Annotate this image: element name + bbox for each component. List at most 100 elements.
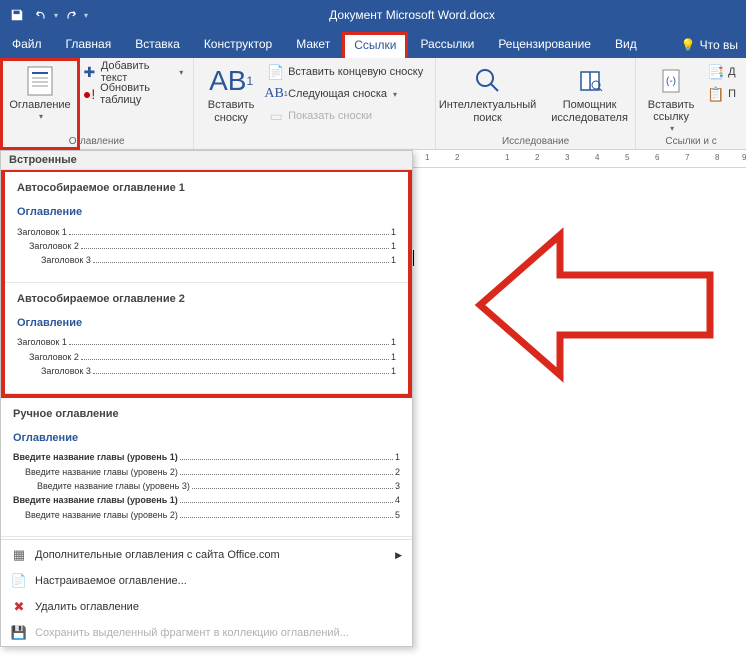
extra1-label: Д [728, 66, 735, 78]
annotation-arrow [450, 225, 730, 385]
tab-insert[interactable]: Вставка [123, 31, 192, 58]
toc-line: Заголовок 31 [17, 253, 396, 267]
svg-text:(-): (-) [666, 76, 676, 87]
next-footnote-button[interactable]: AB1 Следующая сноска ▾ [264, 83, 427, 105]
toc-line: Введите название главы (уровень 1)1 [13, 450, 400, 464]
update-table-label: Обновить таблицу [100, 82, 183, 106]
qat-customize-icon[interactable]: ▾ [84, 11, 88, 20]
toc-line: Заголовок 21 [17, 350, 396, 364]
next-footnote-icon: AB1 [268, 86, 284, 102]
custom-toc[interactable]: 📄 Настраиваемое оглавление... [1, 568, 412, 594]
more-office-label: Дополнительные оглавления с сайта Office… [35, 549, 280, 561]
toc-auto-2[interactable]: Автособираемое оглавление 2 Оглавление З… [5, 283, 408, 394]
toc-line: Введите название главы (уровень 2)2 [13, 465, 400, 479]
toc-line: Введите название главы (уровень 1)4 [13, 493, 400, 507]
remove-icon: ✖ [11, 599, 27, 615]
toc-line: Введите название главы (уровень 3)3 [13, 479, 400, 493]
ruler-num: 2 [535, 153, 539, 162]
insert-footnote-label: Вставить сноску [202, 99, 260, 124]
tab-home[interactable]: Главная [54, 31, 124, 58]
save-selection-label: Сохранить выделенный фрагмент в коллекци… [35, 627, 349, 639]
preview-heading: Оглавление [17, 315, 396, 333]
tab-references[interactable]: Ссылки [342, 32, 408, 59]
show-footnotes-label: Показать сноски [288, 110, 372, 122]
more-from-office[interactable]: ▦ Дополнительные оглавления с сайта Offi… [1, 542, 412, 568]
book-icon [574, 65, 606, 97]
ruler-num: 9 [742, 153, 746, 162]
endnote-icon: 📄 [268, 64, 284, 80]
highlighted-toc-options: Автособираемое оглавление 1 Оглавление З… [1, 170, 412, 398]
researcher-button[interactable]: Помощник исследователя [544, 61, 636, 133]
preview-heading: Оглавление [13, 430, 400, 448]
remove-toc[interactable]: ✖ Удалить оглавление [1, 594, 412, 620]
ruler-num: 7 [685, 153, 689, 162]
chevron-down-icon: ▾ [670, 124, 674, 133]
tab-design[interactable]: Конструктор [192, 31, 284, 58]
redo-icon[interactable] [60, 4, 82, 26]
ribbon-tabs: Файл Главная Вставка Конструктор Макет С… [0, 30, 746, 58]
toc-line: Заголовок 21 [17, 239, 396, 253]
remove-toc-label: Удалить оглавление [35, 601, 139, 613]
toc-manual[interactable]: Ручное оглавление Оглавление Введите наз… [1, 398, 412, 538]
update-icon: ●! [82, 86, 96, 102]
smart-lookup-label: Интеллектуальный поиск [436, 99, 540, 124]
group-research: Интеллектуальный поиск Помощник исследов… [436, 58, 636, 149]
insert-link-label: Вставить ссылку [642, 99, 700, 124]
quick-access-toolbar: ▾ ▾ [0, 4, 88, 26]
tab-mailings[interactable]: Рассылки [408, 31, 486, 58]
save-gallery-icon: 💾 [11, 625, 27, 641]
insert-footnote-button[interactable]: AB1 Вставить сноску [202, 61, 260, 133]
add-text-button[interactable]: ✚ Добавить текст ▾ [78, 61, 187, 83]
search-icon [472, 65, 504, 97]
tab-layout[interactable]: Макет [284, 31, 342, 58]
toc-auto-2-preview: Оглавление Заголовок 11Заголовок 21Загол… [17, 315, 396, 379]
toc-small-buttons: ✚ Добавить текст ▾ ●! Обновить таблицу [78, 61, 187, 105]
toc-line: Введите название главы (уровень 2)5 [13, 508, 400, 522]
extra2-label: П [728, 88, 736, 100]
insert-link-button[interactable]: (-) Вставить ссылку ▾ [642, 61, 700, 133]
titlebar: ▾ ▾ Документ Microsoft Word.docx [0, 0, 746, 30]
preview-heading: Оглавление [17, 204, 396, 222]
add-text-icon: ✚ [82, 64, 97, 80]
tab-file[interactable]: Файл [0, 31, 54, 58]
group-footnotes-label [313, 135, 316, 147]
extra-button-1[interactable]: 📑 Д [704, 61, 740, 83]
document-icon: 📄 [11, 573, 27, 589]
toc-manual-title: Ручное оглавление [13, 408, 400, 420]
show-footnotes-icon: ▭ [268, 108, 284, 124]
toc-line: Заголовок 31 [17, 364, 396, 378]
smart-lookup-button[interactable]: Интеллектуальный поиск [436, 61, 540, 133]
insert-endnote-button[interactable]: 📄 Вставить концевую сноску [264, 61, 427, 83]
save-icon[interactable] [6, 4, 28, 26]
manage-sources-icon: 📑 [708, 64, 724, 80]
tab-review[interactable]: Рецензирование [486, 31, 603, 58]
ribbon: Оглавление ▾ ✚ Добавить текст ▾ ●! Обнов… [0, 58, 746, 150]
undo-icon[interactable] [30, 4, 52, 26]
ruler-num: 2 [455, 153, 459, 162]
undo-dropdown-icon[interactable]: ▾ [54, 11, 58, 20]
chevron-down-icon: ▾ [393, 90, 397, 99]
toc-auto-1-title: Автособираемое оглавление 1 [17, 182, 396, 194]
ruler-num: 1 [505, 153, 509, 162]
ruler-num: 3 [565, 153, 569, 162]
next-footnote-label: Следующая сноска [288, 88, 387, 100]
tell-me-label: Что вы [700, 38, 738, 52]
ruler-num: 5 [625, 153, 629, 162]
group-links-label: Ссылки и с [665, 135, 716, 147]
ruler-num: 4 [595, 153, 599, 162]
lightbulb-icon: 💡 [681, 38, 696, 52]
chevron-down-icon: ▾ [179, 68, 183, 77]
custom-toc-label: Настраиваемое оглавление... [35, 575, 187, 587]
ruler-num: 1 [425, 153, 429, 162]
tab-view[interactable]: Вид [603, 31, 649, 58]
tell-me[interactable]: 💡 Что вы [673, 32, 746, 58]
extra-button-2[interactable]: 📋 П [704, 83, 740, 105]
researcher-label: Помощник исследователя [544, 99, 636, 124]
citation-icon: (-) [655, 65, 687, 97]
toc-auto-2-title: Автособираемое оглавление 2 [17, 293, 396, 305]
toc-manual-preview: Оглавление Введите название главы (урове… [13, 430, 400, 523]
grid-icon: ▦ [11, 547, 27, 563]
toc-auto-1[interactable]: Автособираемое оглавление 1 Оглавление З… [5, 172, 408, 283]
insert-endnote-label: Вставить концевую сноску [288, 66, 423, 78]
update-table-button[interactable]: ●! Обновить таблицу [78, 83, 187, 105]
